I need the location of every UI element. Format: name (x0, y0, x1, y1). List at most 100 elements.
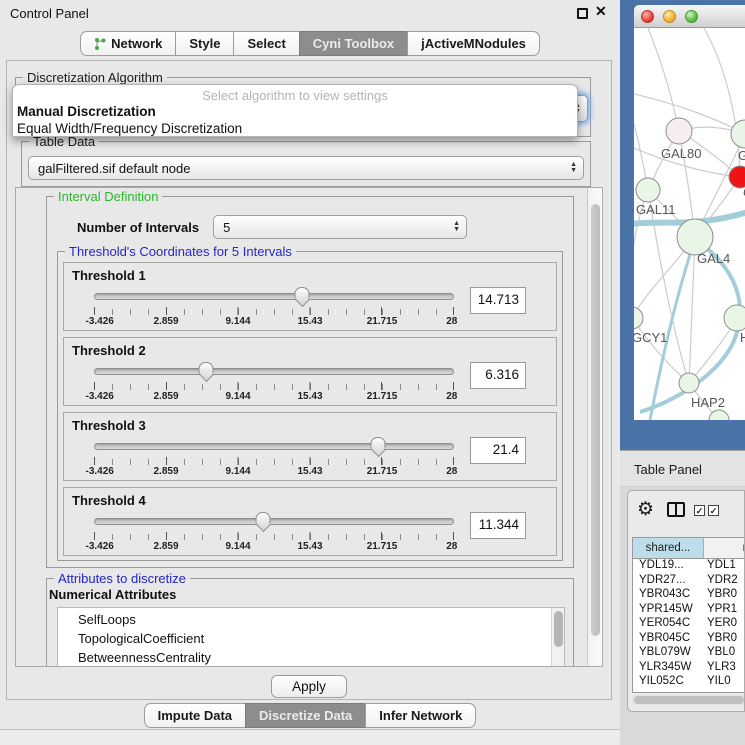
tick-label: 28 (446, 466, 457, 477)
table-row[interactable]: YDL19...YDL1 (633, 559, 745, 574)
dropdown-item-equal-width-frequency[interactable]: Equal Width/Frequency Discretization (13, 120, 577, 137)
network-node[interactable] (636, 178, 660, 202)
table-body: YDL19...YDL1YDR27...YDR2YBR043CYBR0YPR14… (633, 559, 745, 690)
tab-select[interactable]: Select (233, 31, 299, 56)
tab-infer-network[interactable]: Infer Network (365, 703, 476, 728)
network-node[interactable] (731, 120, 745, 148)
slider-thumb[interactable] (198, 362, 213, 374)
tab-discretize-data[interactable]: Discretize Data (245, 703, 366, 728)
table-row[interactable]: YIL052CYIL0 (633, 675, 745, 690)
threshold-value-field[interactable]: 6.316 (470, 362, 526, 389)
column-header[interactable]: n (704, 538, 745, 558)
table-cell: YLR3 (704, 661, 745, 676)
network-node[interactable] (677, 219, 713, 255)
table-cell: YDR2 (704, 574, 745, 589)
threshold-slider[interactable]: -3.4262.8599.14415.4321.71528 (94, 511, 454, 553)
tick-label: -3.426 (85, 316, 113, 327)
tick-labels: -3.4262.8599.14415.4321.71528 (94, 466, 454, 478)
slider-track[interactable] (94, 293, 454, 300)
combobox-value: galFiltered.sif default node (38, 161, 190, 176)
table-row[interactable]: YBR045CYBR0 (633, 632, 745, 647)
float-window-icon[interactable] (577, 8, 588, 19)
number-of-intervals-combobox[interactable]: 5 ▲▼ (213, 215, 467, 239)
network-window-titlebar[interactable] (634, 5, 745, 28)
node-label: GAL80 (661, 146, 701, 161)
gear-icon[interactable]: ⚙ (637, 498, 654, 521)
table-row[interactable]: YLR345WYLR3 (633, 661, 745, 676)
table-row[interactable]: YPR145WYPR1 (633, 603, 745, 618)
tick-label: -3.426 (85, 466, 113, 477)
threshold-value-field[interactable]: 21.4 (470, 437, 526, 464)
tab-label: Style (189, 36, 220, 51)
window-close-icon[interactable] (641, 10, 654, 23)
slider-thumb[interactable] (256, 512, 271, 524)
tab-impute-data[interactable]: Impute Data (144, 703, 246, 728)
slider-track[interactable] (94, 518, 454, 525)
group-title: Interval Definition (54, 189, 162, 204)
tick-label: 28 (446, 316, 457, 327)
combo-stepper-icon[interactable]: ▲▼ (453, 221, 460, 233)
tab-network[interactable]: Network (80, 31, 176, 56)
panel-title: Control Panel (10, 6, 89, 21)
table-row[interactable]: YER054CYER0 (633, 617, 745, 632)
threshold-slider[interactable]: -3.4262.8599.14415.4321.71528 (94, 361, 454, 403)
tab-jactivemnodules[interactable]: jActiveMNodules (407, 31, 540, 56)
horizontal-scrollbar[interactable] (632, 695, 745, 705)
window-minimize-icon[interactable] (663, 10, 676, 23)
node-label: H (740, 330, 745, 345)
network-node[interactable] (634, 307, 643, 329)
network-node[interactable] (679, 373, 699, 393)
table-panel-titlebar: Table Panel (620, 450, 745, 487)
node-label: GA (738, 148, 745, 163)
table-data-combobox[interactable]: galFiltered.sif default node ▲▼ (28, 156, 584, 180)
attribute-item[interactable]: TopologicalCoefficient (58, 629, 564, 648)
table-row[interactable]: YBL079WYBL0 (633, 646, 745, 661)
attribute-item[interactable]: SelfLoops (58, 610, 564, 629)
split-columns-icon[interactable] (667, 502, 685, 517)
list-scrollbar[interactable] (551, 608, 564, 667)
table-cell: YLR345W (633, 661, 704, 676)
slider-ticks (94, 532, 454, 540)
combo-stepper-icon[interactable]: ▲▼ (570, 162, 577, 174)
close-icon[interactable]: ✕ (595, 3, 607, 20)
tick-label: 9.144 (225, 466, 250, 477)
tick-label: 15.43 (297, 466, 322, 477)
network-node[interactable] (724, 305, 745, 331)
table-cell: YBR0 (704, 588, 745, 603)
attributes-list[interactable]: SelfLoopsTopologicalCoefficientBetweenne… (57, 607, 565, 667)
threshold-panel: Threshold 2 -3.4262.8599.14415.4321.7152… (63, 337, 557, 406)
attributes-group: Attributes to discretize Numerical Attri… (46, 578, 574, 667)
threshold-value-field[interactable]: 14.713 (470, 287, 526, 314)
table-row[interactable]: YBR043CYBR0 (633, 588, 745, 603)
slider-track[interactable] (94, 443, 454, 450)
tab-style[interactable]: Style (175, 31, 234, 56)
tick-label: 28 (446, 541, 457, 552)
group-title: Attributes to discretize (54, 571, 190, 586)
slider-thumb[interactable] (371, 437, 386, 449)
tab-cyni-toolbox[interactable]: Cyni Toolbox (299, 31, 408, 56)
threshold-slider[interactable]: -3.4262.8599.14415.4321.71528 (94, 436, 454, 478)
table-panel: ⚙ ✓ ✓ shared... n YDL19...YDL1YDR27...YD… (627, 490, 745, 712)
dropdown-item-manual-discretization[interactable]: Manual Discretization (13, 103, 577, 120)
bottom-strip (0, 729, 620, 745)
slider-thumb[interactable] (294, 287, 309, 299)
attribute-item[interactable]: BetweennessCentrality (58, 648, 564, 667)
control-panel: Control Panel ✕ Network Style Select Cyn… (0, 0, 620, 745)
column-header[interactable]: shared... (633, 538, 704, 558)
number-of-intervals-label: Number of Intervals (77, 220, 199, 235)
network-node[interactable] (666, 118, 692, 144)
node-label: GAL11 (636, 202, 676, 217)
interval-definition-group: Interval Definition Number of Intervals … (46, 196, 574, 568)
network-canvas[interactable]: GAL80GACGAL11GAL4GCY1HHAP2 (634, 28, 745, 420)
tick-label: -3.426 (85, 391, 113, 402)
checkbox-icon[interactable]: ✓ (694, 505, 705, 516)
combobox-value: 5 (223, 220, 230, 235)
slider-track[interactable] (94, 368, 454, 375)
checkbox-icon[interactable]: ✓ (708, 505, 719, 516)
table-row[interactable]: YDR27...YDR2 (633, 574, 745, 589)
window-zoom-icon[interactable] (685, 10, 698, 23)
vertical-scrollbar[interactable] (587, 188, 602, 666)
threshold-slider[interactable]: -3.4262.8599.14415.4321.71528 (94, 286, 454, 328)
apply-button[interactable]: Apply (271, 675, 347, 698)
threshold-value-field[interactable]: 11.344 (470, 512, 526, 539)
